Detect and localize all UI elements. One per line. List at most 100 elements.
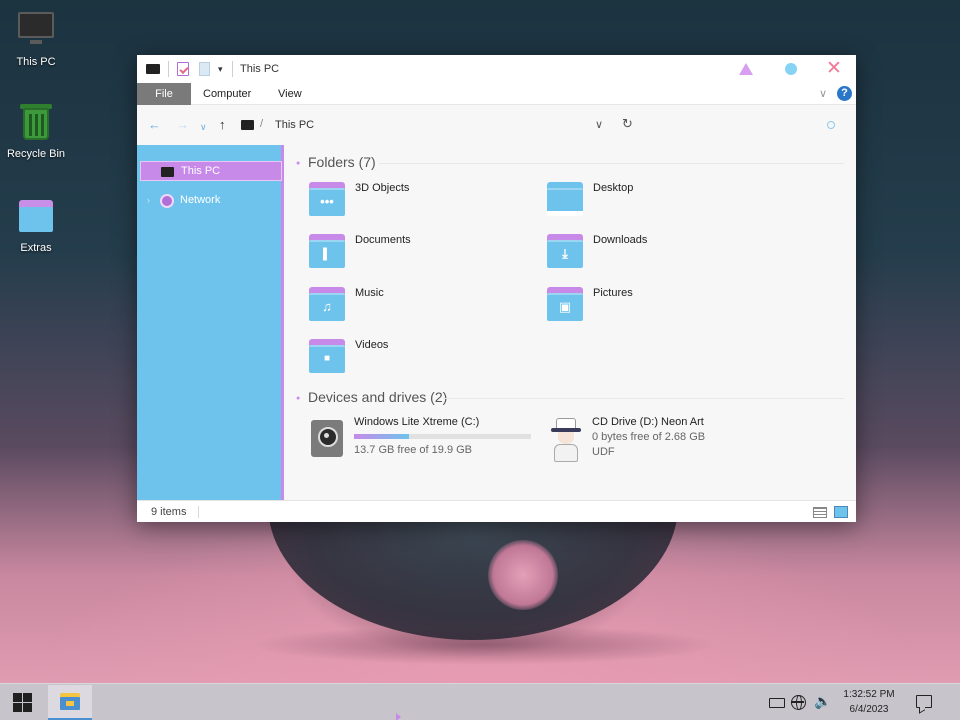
downloads-folder-icon: ⤓: [546, 234, 584, 270]
title-bar[interactable]: ▾ This PC ✕: [137, 55, 856, 83]
window-title: This PC: [240, 63, 280, 75]
folder-item-documents[interactable]: ▬ Documents: [308, 234, 528, 278]
expand-chevron-icon[interactable]: ›: [147, 195, 150, 205]
computer-icon: [161, 167, 174, 177]
network-icon: [160, 194, 174, 208]
navigation-pane: This PC › Network: [137, 145, 284, 500]
customize-toolbar-dropdown[interactable]: ▾: [218, 64, 223, 75]
notifications-icon[interactable]: [916, 695, 932, 708]
new-folder-icon[interactable]: [199, 62, 210, 76]
system-clock[interactable]: 1:32:52 PM 6/4/2023: [836, 687, 902, 717]
recent-locations-chevron-icon[interactable]: ∨: [200, 120, 207, 134]
drive-label: Windows Lite Xtreme (C:): [354, 416, 480, 428]
toolbar-divider: [168, 61, 169, 77]
drive-usage-bar: [354, 434, 531, 439]
drive-free-space: 13.7 GB free of 19.9 GB: [354, 444, 473, 456]
status-divider: [198, 506, 199, 518]
close-button[interactable]: ✕: [825, 59, 843, 78]
keyboard-icon[interactable]: [769, 698, 785, 708]
address-path[interactable]: This PC: [275, 119, 314, 131]
nav-item-network[interactable]: › Network: [140, 191, 282, 211]
maximize-button[interactable]: [782, 60, 800, 78]
item-count: 9 items: [151, 506, 187, 518]
folder-label: Videos: [355, 339, 389, 351]
file-explorer-window: ▾ This PC ✕ File Computer View ∨ ? ← → ∨…: [137, 55, 856, 522]
breadcrumb-separator: /: [260, 118, 264, 130]
address-dropdown-chevron-icon[interactable]: ∨: [595, 118, 603, 131]
folder-label: Downloads: [593, 234, 648, 246]
recycle-bin-icon: [16, 102, 56, 142]
wallpaper-tree: [488, 540, 558, 610]
desktop-folder-icon: [546, 182, 584, 218]
group-divider: [443, 398, 844, 399]
videos-folder-icon: ■: [308, 339, 346, 375]
drive-filesystem: UDF: [592, 446, 615, 458]
folder-label: Desktop: [593, 182, 634, 194]
pictures-folder-icon: ▣: [546, 287, 584, 323]
folder-label: Documents: [355, 234, 411, 246]
computer-icon: [16, 10, 56, 50]
expand-ribbon-chevron-icon[interactable]: ∨: [819, 87, 827, 100]
computer-icon: [146, 64, 160, 74]
collapse-bullet-icon: ●: [296, 160, 301, 167]
documents-folder-icon: ▬: [308, 234, 346, 270]
nav-item-label: This PC: [181, 165, 221, 177]
folder-item-3d-objects[interactable]: ••• 3D Objects: [308, 182, 528, 226]
folder-item-videos[interactable]: ■ Videos: [308, 339, 528, 383]
windows-start-icon[interactable]: [13, 693, 32, 712]
forward-arrow-icon[interactable]: →: [176, 118, 189, 132]
music-folder-icon: ♫: [308, 287, 346, 323]
status-bar: 9 items: [137, 500, 856, 522]
help-icon[interactable]: ?: [837, 86, 852, 101]
clock-date: 6/4/2023: [849, 704, 889, 715]
search-icon[interactable]: [827, 121, 835, 129]
desktop-icon-recycle-bin[interactable]: Recycle Bin: [0, 102, 72, 160]
refresh-icon[interactable]: ↻: [622, 116, 633, 132]
toolbar-divider: [232, 61, 233, 77]
wallpaper-sphere: [268, 505, 678, 640]
clock-time: 1:32:52 PM: [843, 689, 895, 700]
volume-icon[interactable]: 🔈: [814, 693, 831, 710]
tab-computer[interactable]: Computer: [191, 83, 263, 105]
mouse-cursor-icon: [396, 713, 401, 720]
drive-free-space: 0 bytes free of 2.68 GB: [592, 431, 706, 443]
minimize-button[interactable]: [737, 60, 755, 78]
computer-icon: [241, 120, 254, 130]
folder-label: Music: [355, 287, 384, 299]
nav-item-this-pc[interactable]: This PC: [140, 161, 282, 181]
folder-item-pictures[interactable]: ▣ Pictures: [546, 287, 766, 331]
folder-item-desktop[interactable]: Desktop: [546, 182, 766, 226]
folder-item-music[interactable]: ♫ Music: [308, 287, 528, 331]
desktop-icon-this-pc[interactable]: This PC: [0, 10, 72, 68]
tab-view[interactable]: View: [266, 83, 314, 105]
details-view-icon[interactable]: [813, 507, 827, 518]
taskbar-file-explorer-button[interactable]: [48, 685, 92, 720]
hard-drive-icon: [311, 420, 343, 457]
group-divider: [379, 163, 844, 164]
network-globe-icon[interactable]: [791, 695, 806, 710]
tab-file[interactable]: File: [137, 83, 191, 105]
up-arrow-icon[interactable]: ↑: [219, 118, 226, 132]
folder-label: 3D Objects: [355, 182, 410, 194]
taskbar: 🔈 1:32:52 PM 6/4/2023: [0, 683, 960, 720]
back-arrow-icon[interactable]: ←: [148, 118, 161, 132]
desktop-icon-extras[interactable]: Extras: [0, 196, 72, 254]
desktop-icon-label: This PC: [16, 56, 56, 68]
nav-item-label: Network: [180, 194, 221, 206]
ribbon-tabs: File Computer View ∨ ?: [137, 83, 856, 105]
3d-objects-folder-icon: •••: [308, 182, 346, 218]
folder-label: Pictures: [593, 287, 633, 299]
drive-item-c[interactable]: Windows Lite Xtreme (C:) 13.7 GB free of…: [311, 416, 531, 464]
collapse-bullet-icon: ●: [296, 395, 301, 402]
desktop-icon-label: Recycle Bin: [6, 148, 66, 160]
cd-drive-icon: [549, 416, 583, 462]
properties-icon[interactable]: [177, 62, 189, 76]
folder-icon: [16, 196, 56, 236]
address-bar: ← → ∨ ↑ / This PC ∨ ↻: [137, 106, 856, 144]
folder-item-downloads[interactable]: ⤓ Downloads: [546, 234, 766, 278]
large-icons-view-icon[interactable]: [834, 506, 848, 518]
desktop-icon-label: Extras: [20, 242, 52, 254]
content-pane: ● Folders (7) ••• 3D Objects Desktop ▬ D…: [287, 145, 856, 500]
drive-label: CD Drive (D:) Neon Art: [592, 416, 704, 428]
drive-item-d[interactable]: CD Drive (D:) Neon Art 0 bytes free of 2…: [549, 416, 769, 464]
